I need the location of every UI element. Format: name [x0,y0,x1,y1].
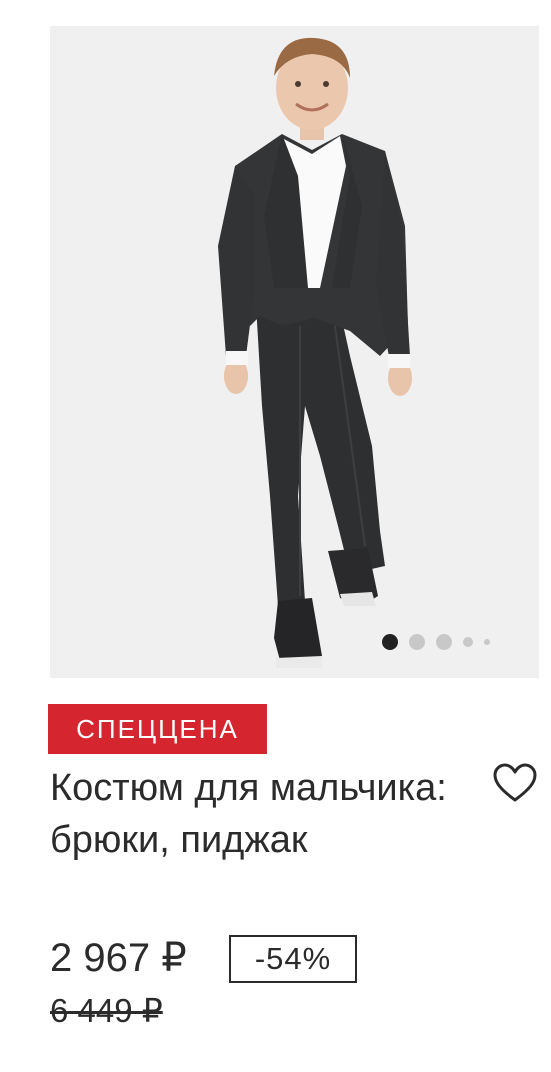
current-price: 2 967 ₽ [50,936,187,980]
product-image[interactable] [50,26,539,678]
carousel-dot[interactable] [484,639,490,645]
carousel-dot[interactable] [436,634,452,650]
carousel-dot[interactable] [409,634,425,650]
old-price: 6 449 ₽ [50,992,163,1029]
product-title[interactable]: Костюм для мальчика: брюки, пиджак [50,762,470,866]
special-price-badge: СПЕЦЦЕНА [48,704,267,754]
heart-outline-icon [493,763,537,802]
discount-badge: -54% [229,935,357,983]
carousel-dot-active[interactable] [382,634,398,650]
carousel-dot[interactable] [463,637,473,647]
carousel-dots[interactable] [382,634,490,650]
product-photo [218,37,412,668]
favorite-button[interactable] [492,763,538,803]
